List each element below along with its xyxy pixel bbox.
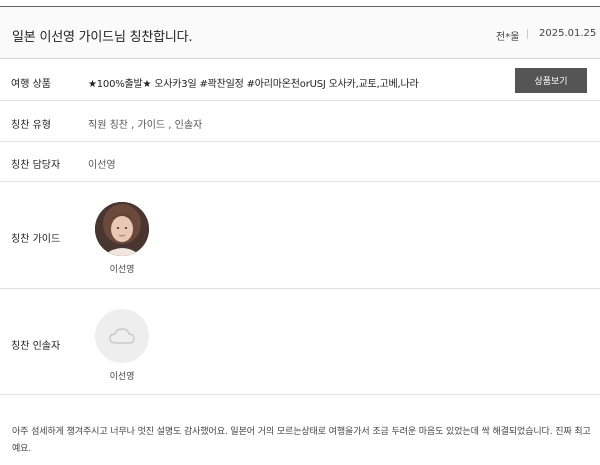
leader-avatar [95,309,149,363]
travel-product-value: ★100%출발★ 오사카3일 #꽉찬일정 #아리마온천orUSJ 오사카,교토,… [88,79,419,90]
praise-type-value: 직원 칭찬 , 가이드 , 인솔자 [88,120,203,131]
post-header: 일본 이선영 가이드님 칭찬합니다. 전*울 2025.01.25 [0,6,600,59]
cloud-placeholder-icon [109,328,135,344]
guide-name: 이선영 [109,265,135,275]
guide-photo-icon [95,202,149,256]
praise-manager-value: 이선영 [88,160,116,171]
row-praise-guide: 칭찬 가이드 이선영 [0,182,600,289]
praise-comment: 아주 섬세하게 챙겨주시고 너무나 멋진 설명도 감사했어요. 일본어 거의 모… [12,427,591,454]
leader-profile: 이선영 [95,309,149,382]
travel-product-label: 여행 상품 [11,79,51,90]
post-author: 전*울 [496,32,520,43]
post-title: 일본 이선영 가이드님 칭찬합니다. [12,30,193,45]
post-date: 2025.01.25 [539,28,597,39]
guide-profile: 이선영 [95,202,149,275]
row-travel-product: 여행 상품 ★100%출발★ 오사카3일 #꽉찬일정 #아리마온천orUSJ 오… [0,60,600,101]
praise-manager-label: 칭찬 담당자 [11,160,61,171]
row-praise-type: 칭찬 유형 직원 칭찬 , 가이드 , 인솔자 [0,101,600,142]
header-divider [527,29,528,39]
praise-guide-label: 칭찬 가이드 [11,234,61,245]
row-praise-manager: 칭찬 담당자 이선영 [0,142,600,182]
leader-name: 이선영 [109,372,135,382]
praise-leader-label: 칭찬 인솔자 [11,341,61,352]
praise-type-label: 칭찬 유형 [11,120,51,131]
view-product-button[interactable]: 상품보기 [515,68,587,93]
row-praise-leader: 칭찬 인솔자 이선영 [0,289,600,395]
guide-avatar [95,202,149,256]
